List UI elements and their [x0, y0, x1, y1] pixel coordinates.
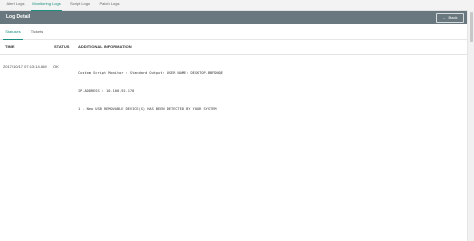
- tab-patch-logs[interactable]: Patch Logs: [98, 0, 121, 10]
- table-header: TIME STATUS ADDITIONAL INFORMATION: [0, 40, 467, 55]
- tab-alert-logs[interactable]: Alert Logs: [4, 0, 27, 10]
- column-header-status: STATUS: [54, 44, 70, 49]
- info-line: Custom Script Monitor : Standard Output:…: [78, 71, 223, 75]
- column-header-additional-information: ADDITIONAL INFORMATION: [78, 44, 132, 49]
- back-button-label: Back: [448, 15, 458, 20]
- tab-script-logs[interactable]: Script Logs: [68, 0, 92, 10]
- row-status: OK: [53, 64, 59, 69]
- table-row: 2017/10/17 07:13:14 AM OK Custom Script …: [0, 55, 467, 111]
- page-title: Log Detail: [6, 14, 31, 20]
- log-detail-header: Log Detail ← Back: [0, 11, 467, 24]
- tab-monitoring-logs[interactable]: Monitoring Logs: [31, 0, 62, 11]
- row-time: 2017/10/17 07:13:14 AM: [3, 64, 47, 69]
- row-additional-information: Custom Script Monitor : Standard Output:…: [78, 58, 458, 124]
- arrow-left-icon: ←: [442, 15, 447, 20]
- info-line: IP-ADDRESS : 10.100.92.178: [78, 89, 135, 93]
- back-button[interactable]: ← Back: [436, 13, 464, 23]
- log-type-tabs: Alert Logs Monitoring Logs Script Logs P…: [0, 0, 474, 11]
- tab-tickets[interactable]: Tickets: [28, 24, 46, 39]
- tab-statuses[interactable]: Statuses: [3, 24, 23, 40]
- scrollbar-thumb[interactable]: [470, 12, 473, 42]
- info-line: 1 . New USB REMOVABLE DEVICE(S) HAS BEEN…: [78, 107, 217, 111]
- column-header-time: TIME: [5, 44, 15, 49]
- detail-subtabs: Statuses Tickets: [0, 24, 467, 40]
- vertical-scrollbar[interactable]: [467, 10, 474, 241]
